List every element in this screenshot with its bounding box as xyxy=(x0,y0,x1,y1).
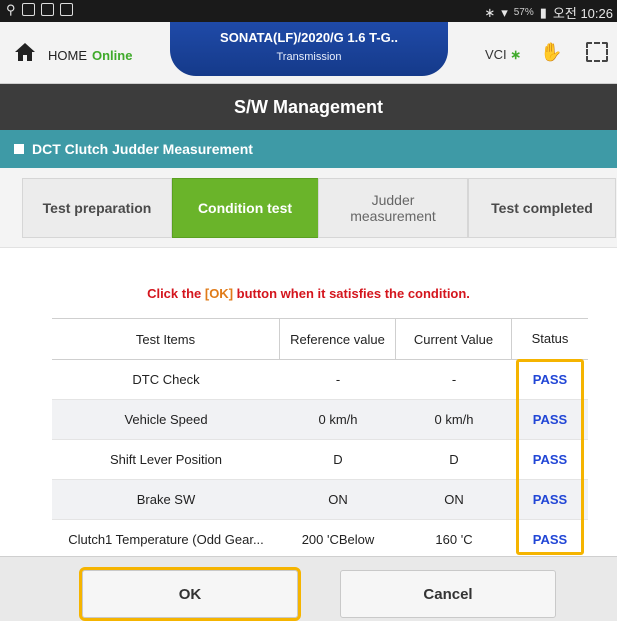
cell-test-item: DTC Check xyxy=(132,372,200,387)
section-title-bar: DCT Clutch Judder Measurement xyxy=(0,130,617,168)
usb-icon: ⚲ xyxy=(6,2,16,17)
instruction-after: button when it satisfies the condition. xyxy=(233,286,470,301)
cell-test-item: Clutch1 Temperature (Odd Gear... xyxy=(68,532,264,547)
section-title: DCT Clutch Judder Measurement xyxy=(32,141,253,157)
col-header-reference-value: Reference value xyxy=(280,319,396,359)
home-icon[interactable] xyxy=(14,42,36,62)
instruction-text: Click the [OK] button when it satisfies … xyxy=(0,286,617,301)
section-square-icon xyxy=(14,144,24,155)
wifi-icon: ▾ xyxy=(501,4,508,20)
connection-status: Online xyxy=(92,48,133,63)
table-header-row: Test Items Reference value Current Value… xyxy=(52,318,588,360)
cell-current-value: 0 km/h xyxy=(434,412,474,427)
cell-reference-value: D xyxy=(333,452,343,467)
table-row: Brake SW ON ON PASS xyxy=(52,480,588,520)
photo-icon xyxy=(59,3,73,16)
step-test-preparation: Test preparation xyxy=(22,178,172,238)
page-title: S/W Management xyxy=(0,84,617,130)
clock: 오전 10:26 xyxy=(552,6,613,21)
message-icon xyxy=(40,3,54,16)
bottom-action-bar: OK Cancel xyxy=(0,556,617,621)
status-column-highlight xyxy=(516,359,584,555)
vci-label: VCI xyxy=(485,47,507,62)
battery-percent: 57% xyxy=(513,7,534,18)
ok-button[interactable]: OK xyxy=(79,567,301,621)
step-judder-measurement: Judder measurement xyxy=(318,178,468,238)
step-test-completed: Test completed xyxy=(468,178,616,238)
cell-reference-value: 200 'CBelow xyxy=(301,532,375,547)
status-bar-system: ∗ ▾ 57% ▮ 오전 10:26 xyxy=(484,3,613,22)
cell-reference-value: 0 km/h xyxy=(318,412,358,427)
bluetooth-icon: ∗ xyxy=(484,4,496,20)
vehicle-system: Transmission xyxy=(276,51,342,63)
step-progress: Test preparation Condition test Judder m… xyxy=(0,168,617,248)
instruction-ok-word: [OK] xyxy=(204,286,234,301)
app-header: HOME Online SONATA(LF)/2020/G 1.6 T-G.. … xyxy=(0,22,617,84)
vehicle-banner[interactable]: SONATA(LF)/2020/G 1.6 T-G.. Transmission xyxy=(170,22,448,76)
col-header-current-value: Current Value xyxy=(396,319,512,359)
table-row: Shift Lever Position D D PASS xyxy=(52,440,588,480)
vehicle-title: SONATA(LF)/2020/G 1.6 T-G.. xyxy=(220,30,398,45)
table-row: Clutch1 Temperature (Odd Gear... 200 'CB… xyxy=(52,520,588,560)
instruction-before: Click the xyxy=(147,286,205,301)
cell-reference-value: - xyxy=(335,372,341,387)
step-label: Test completed xyxy=(491,200,593,216)
cell-reference-value: ON xyxy=(328,492,348,507)
status-bar-notifications: ⚲ xyxy=(6,3,73,16)
battery-icon: ▮ xyxy=(539,4,547,20)
cell-current-value: D xyxy=(449,452,459,467)
table-row: DTC Check - - PASS xyxy=(52,360,588,400)
col-header-test-items: Test Items xyxy=(52,319,280,359)
cell-current-value: 160 'C xyxy=(435,532,473,547)
cell-test-item: Brake SW xyxy=(136,492,196,507)
vci-bluetooth-icon: ∗ xyxy=(510,47,522,62)
fullscreen-icon[interactable] xyxy=(586,42,608,62)
cell-current-value: - xyxy=(451,372,457,387)
cell-test-item: Vehicle Speed xyxy=(124,412,208,427)
vci-status[interactable]: VCI ∗ xyxy=(485,47,521,63)
home-label[interactable]: HOME xyxy=(48,48,87,63)
condition-table: Test Items Reference value Current Value… xyxy=(52,318,588,560)
cancel-button[interactable]: Cancel xyxy=(340,570,556,618)
step-label: Judder measurement xyxy=(350,192,436,224)
col-header-status: Status xyxy=(531,331,569,346)
gallery-icon xyxy=(21,3,35,16)
cell-test-item: Shift Lever Position xyxy=(109,452,222,467)
table-row: Vehicle Speed 0 km/h 0 km/h PASS xyxy=(52,400,588,440)
step-condition-test: Condition test xyxy=(172,178,335,238)
cell-current-value: ON xyxy=(444,492,464,507)
step-label: Test preparation xyxy=(42,200,152,216)
hand-touch-icon[interactable]: ✋ xyxy=(540,42,562,62)
step-label: Condition test xyxy=(197,200,293,216)
system-status-bar: ⚲ ∗ ▾ 57% ▮ 오전 10:26 xyxy=(0,0,617,22)
